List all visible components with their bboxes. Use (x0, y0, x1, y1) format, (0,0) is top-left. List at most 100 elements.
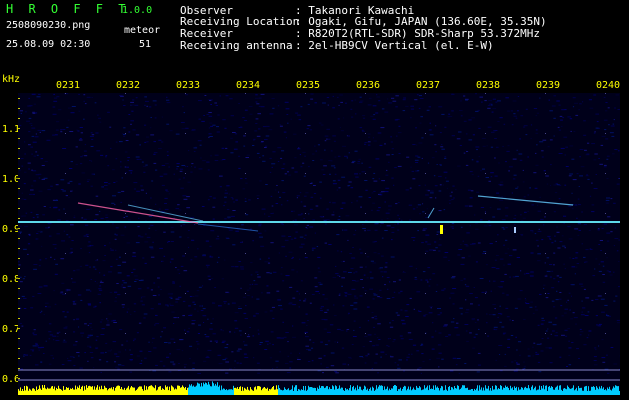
noise-speck (556, 231, 560, 233)
grid-dot (485, 253, 486, 254)
level-sample (356, 390, 357, 395)
noise-speck (318, 293, 320, 294)
noise-speck (240, 334, 242, 336)
level-sample (115, 387, 116, 395)
noise-speck (202, 285, 204, 287)
noise-speck (318, 282, 322, 284)
noise-speck (471, 159, 474, 161)
noise-speck (377, 132, 382, 134)
noise-speck (537, 210, 542, 212)
noise-speck (595, 174, 597, 175)
level-sample (375, 389, 376, 395)
noise-speck (388, 205, 392, 207)
noise-speck (81, 217, 84, 219)
freq-tick (18, 118, 20, 119)
noise-speck (33, 329, 36, 331)
noise-speck (602, 265, 605, 267)
noise-speck (370, 260, 374, 262)
noise-speck (150, 197, 152, 199)
noise-speck (262, 155, 265, 157)
noise-speck (553, 264, 555, 266)
noise-speck (428, 285, 431, 287)
noise-speck (236, 226, 239, 228)
level-sample (564, 388, 565, 395)
noise-speck (611, 135, 615, 137)
noise-speck (537, 361, 541, 363)
noise-speck (311, 247, 316, 249)
level-sample (147, 389, 148, 395)
level-sample (515, 388, 516, 395)
level-sample (361, 389, 362, 395)
noise-speck (315, 205, 319, 207)
noise-speck (479, 96, 483, 98)
noise-speck (489, 103, 493, 105)
noise-speck (234, 133, 238, 135)
noise-speck (322, 102, 326, 104)
noise-speck (373, 172, 376, 174)
noise-speck (240, 241, 243, 243)
noise-speck (504, 196, 506, 198)
noise-speck (430, 192, 434, 194)
noise-speck (152, 295, 157, 296)
noise-speck (41, 130, 46, 132)
noise-speck (366, 306, 370, 308)
noise-speck (347, 293, 352, 295)
noise-speck (535, 351, 538, 353)
noise-speck (185, 127, 189, 129)
noise-speck (28, 235, 31, 236)
noise-speck (425, 241, 428, 243)
noise-speck (23, 183, 26, 185)
level-sample (180, 387, 181, 395)
noise-speck (203, 322, 205, 323)
noise-speck (580, 314, 585, 316)
noise-speck (345, 215, 350, 217)
noise-speck (372, 202, 376, 204)
noise-speck (551, 300, 555, 302)
noise-speck (450, 292, 455, 294)
noise-speck (420, 344, 422, 346)
noise-speck (48, 363, 52, 365)
noise-speck (507, 145, 510, 147)
level-sample (481, 387, 482, 395)
noise-speck (319, 181, 322, 183)
noise-speck (359, 356, 363, 358)
noise-speck (420, 116, 423, 118)
noise-speck (28, 131, 31, 133)
noise-speck (380, 351, 385, 353)
noise-speck (264, 139, 268, 140)
noise-speck (319, 283, 323, 285)
noise-speck (362, 130, 365, 132)
level-sample (398, 389, 399, 395)
noise-speck (33, 103, 36, 105)
noise-speck (166, 151, 169, 153)
noise-speck (326, 331, 331, 333)
noise-speck (270, 195, 273, 197)
level-sample (19, 390, 20, 395)
level-sample (393, 386, 394, 395)
noise-speck (265, 184, 268, 185)
level-sample (599, 386, 600, 395)
noise-speck (497, 121, 500, 122)
noise-speck (152, 100, 157, 102)
noise-speck (427, 281, 429, 283)
level-sample (316, 390, 317, 395)
noise-speck (393, 339, 396, 341)
noise-speck (130, 354, 133, 356)
noise-speck (107, 350, 112, 352)
noise-speck (187, 237, 190, 239)
level-sample (129, 389, 130, 395)
noise-speck (581, 311, 583, 313)
noise-speck (197, 333, 200, 334)
noise-speck (137, 288, 142, 290)
noise-speck (314, 102, 317, 104)
noise-speck (441, 358, 444, 360)
noise-speck (400, 309, 403, 311)
noise-speck (458, 249, 463, 250)
noise-speck (173, 323, 175, 324)
noise-speck (36, 96, 41, 98)
noise-speck (495, 359, 497, 361)
noise-speck (38, 190, 43, 192)
noise-speck (451, 227, 454, 229)
time-tick-label: 0239 (536, 80, 561, 91)
noise-speck (176, 349, 181, 351)
